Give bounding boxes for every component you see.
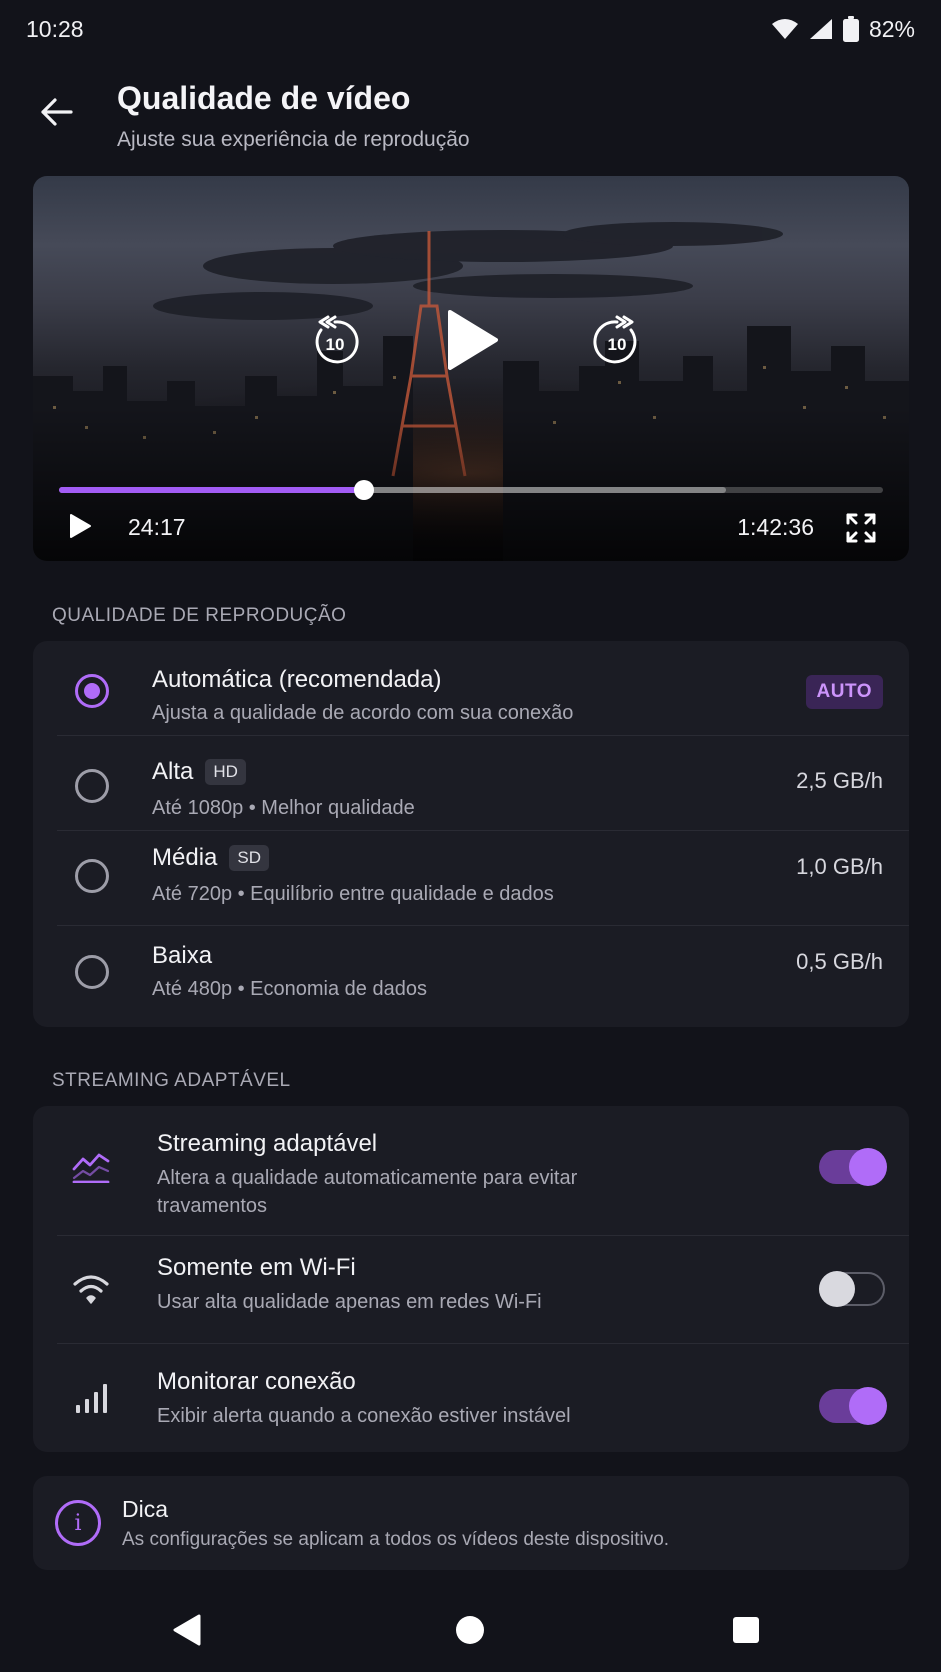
wifi-icon: [771, 18, 799, 40]
video-player[interactable]: 10 10 24:17 1:42:36: [33, 176, 909, 561]
setting-adaptive-streaming[interactable]: Streaming adaptável Altera a qualidade a…: [33, 1106, 909, 1236]
wifi-only-toggle[interactable]: [819, 1271, 885, 1307]
quality-option-description: Até 1080p • Melhor qualidade: [152, 797, 415, 819]
data-rate: 2,5 GB/h: [796, 768, 883, 793]
quality-card: Automática (recomendada) Ajusta a qualid…: [33, 641, 909, 1027]
quality-option-alta[interactable]: Alta HD Até 1080p • Melhor qualidade 2,5…: [33, 736, 909, 831]
hd-badge: HD: [205, 759, 246, 785]
total-time: 1:42:36: [737, 514, 814, 540]
seek-played: [59, 487, 364, 493]
fullscreen-icon: [846, 513, 876, 543]
nav-home-icon: [456, 1616, 484, 1644]
status-bar: 10:28 82%: [0, 0, 941, 58]
tip-title: Dica: [122, 1496, 169, 1522]
setting-title: Streaming adaptável: [157, 1130, 378, 1157]
quality-title-text: Média: [152, 844, 218, 871]
quality-option-title: Baixa: [152, 942, 212, 970]
play-small-icon: [70, 514, 91, 538]
toggle-knob: [849, 1387, 887, 1425]
quality-option-baixa[interactable]: Baixa Até 480p • Economia de dados 0,5 G…: [33, 926, 909, 1021]
play-button-large[interactable]: [437, 300, 507, 380]
setting-description: Altera a qualidade automaticamente para …: [157, 1167, 578, 1217]
nav-home-button[interactable]: [440, 1600, 500, 1660]
quality-option-title: Automática (recomendada): [152, 666, 441, 694]
nav-back-button[interactable]: [157, 1600, 217, 1660]
quality-title-text: Automática (recomendada): [152, 666, 442, 693]
app-bar: Qualidade de vídeo Ajuste sua experiênci…: [0, 72, 941, 162]
quality-option-auto[interactable]: Automática (recomendada) Ajusta a qualid…: [33, 641, 909, 736]
page-title: Qualidade de vídeo: [117, 80, 411, 116]
quality-option-title: Média SD: [152, 844, 269, 872]
data-rate: 0,5 GB/h: [796, 949, 883, 974]
setting-description: Usar alta qualidade apenas em redes Wi-F…: [157, 1291, 542, 1313]
adaptive-streaming-toggle[interactable]: [819, 1148, 887, 1186]
quality-title-text: Alta: [152, 758, 194, 785]
battery-icon: [842, 16, 859, 42]
tip-card: i Dica As configurações se aplicam a tod…: [33, 1476, 909, 1570]
quality-option-description: Ajusta a qualidade de acordo com sua con…: [152, 702, 574, 724]
quality-option-media[interactable]: Média SD Até 720p • Equilíbrio entre qua…: [33, 831, 909, 926]
seek-bar[interactable]: [59, 480, 883, 500]
nav-recents-icon: [733, 1617, 759, 1643]
current-time: 24:17: [128, 514, 186, 540]
streaming-card: Streaming adaptável Altera a qualidade a…: [33, 1106, 909, 1452]
play-icon: [448, 310, 498, 370]
nav-back-icon: [173, 1614, 201, 1646]
quality-section-label: QUALIDADE DE REPRODUÇÃO: [52, 605, 347, 626]
signal-bars-icon: [71, 1377, 111, 1417]
radio-media[interactable]: [75, 859, 109, 893]
nav-recents-button[interactable]: [716, 1600, 776, 1660]
setting-wifi-only[interactable]: Somente em Wi-Fi Usar alta qualidade ape…: [33, 1236, 909, 1344]
radio-baixa[interactable]: [75, 955, 109, 989]
toggle-knob: [819, 1271, 855, 1307]
setting-title: Monitorar conexão: [157, 1368, 356, 1395]
streaming-section-label: STREAMING ADAPTÁVEL: [52, 1070, 291, 1091]
sd-badge: SD: [229, 845, 269, 871]
toggle-knob: [849, 1148, 887, 1186]
data-rate: 1,0 GB/h: [796, 854, 883, 879]
quality-title-text: Baixa: [152, 942, 213, 969]
quality-option-title: Alta HD: [152, 758, 246, 786]
monitor-connection-toggle[interactable]: [819, 1387, 887, 1425]
forward-seconds: 10: [608, 335, 627, 354]
forward-10-button[interactable]: 10: [589, 314, 645, 370]
status-icons: 82%: [771, 16, 915, 43]
tip-text: As configurações se aplicam a todos os v…: [122, 1529, 670, 1550]
page-subtitle: Ajuste sua experiência de reprodução: [117, 128, 470, 151]
trending-chart-icon: [71, 1146, 111, 1186]
radio-alta[interactable]: [75, 769, 109, 803]
play-button-small[interactable]: [63, 508, 97, 544]
rewind-seconds: 10: [326, 335, 345, 354]
rewind-10-icon: 10: [315, 315, 359, 364]
status-time: 10:28: [26, 15, 84, 42]
auto-badge: AUTO: [805, 675, 883, 709]
system-nav-bar: [0, 1592, 941, 1672]
setting-title: Somente em Wi-Fi: [157, 1254, 356, 1281]
setting-description: Exibir alerta quando a conexão estiver i…: [157, 1405, 571, 1427]
quality-option-description: Até 720p • Equilíbrio entre qualidade e …: [152, 883, 554, 905]
rewind-10-button[interactable]: 10: [307, 314, 363, 370]
battery-percent: 82%: [868, 15, 915, 42]
info-icon: i: [55, 1500, 101, 1546]
arrow-left-icon: [41, 98, 73, 126]
forward-10-icon: 10: [593, 315, 637, 364]
fullscreen-button[interactable]: [841, 508, 881, 548]
signal-icon: [809, 18, 833, 40]
wifi-icon: [71, 1269, 111, 1309]
back-button[interactable]: [30, 86, 82, 138]
radio-auto[interactable]: [75, 674, 109, 708]
quality-option-description: Até 480p • Economia de dados: [152, 978, 427, 1000]
seek-thumb[interactable]: [353, 480, 374, 500]
setting-monitor-connection[interactable]: Monitorar conexão Exibir alerta quando a…: [33, 1344, 909, 1452]
